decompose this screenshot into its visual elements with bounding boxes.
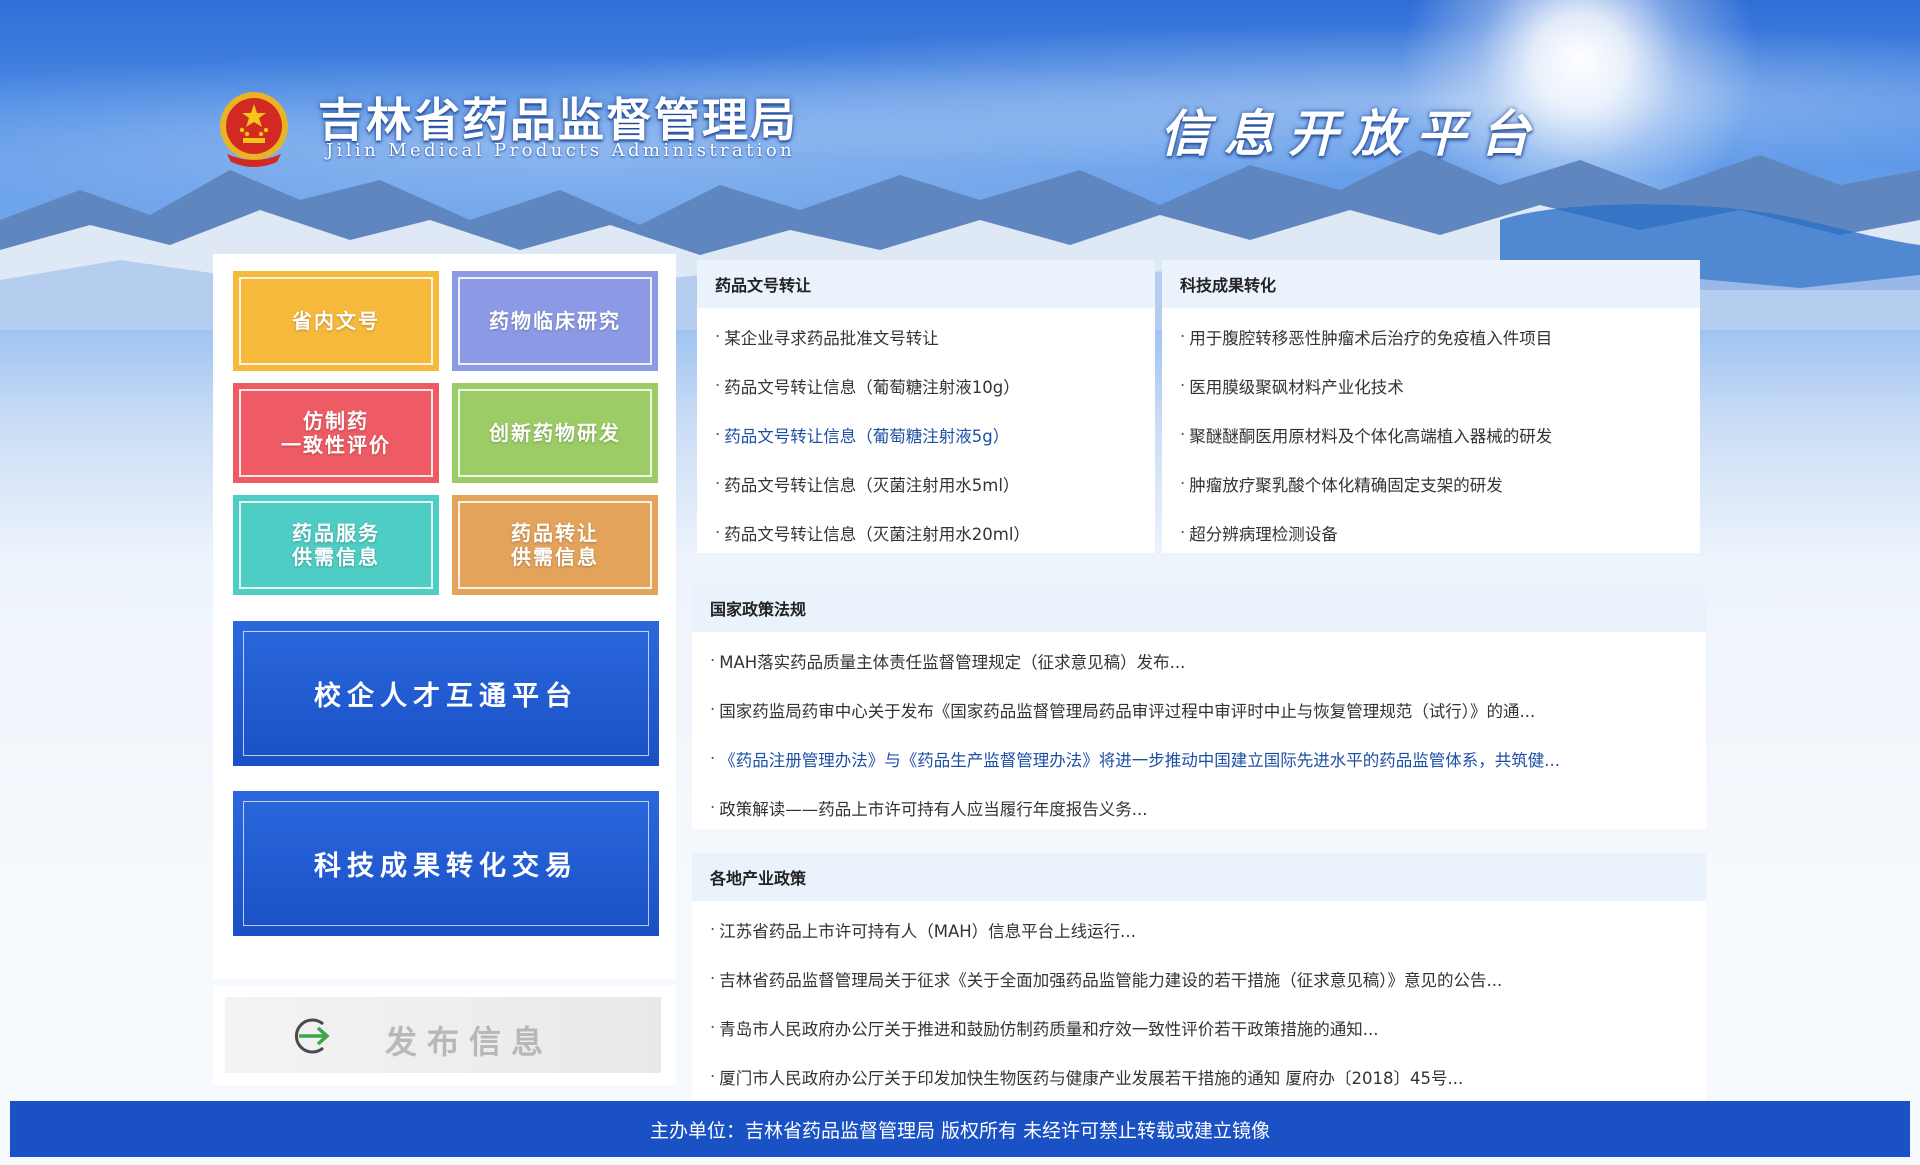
publish-box: 发布信息: [213, 985, 676, 1085]
list-item[interactable]: · 医用膜级聚砜材料产业化技术: [1162, 361, 1700, 410]
news-list: · MAH落实药品质量主体责任监督管理规定（征求意见稿）发布... · 国家药监局药…: [692, 632, 1706, 832]
button-label: 校企人才互通平台: [314, 681, 578, 712]
panel-header: 科技成果转化: [1162, 260, 1700, 308]
tech-transfer-trade-button[interactable]: 科技成果转化交易: [233, 791, 659, 936]
panel-header: 药品文号转让: [697, 260, 1155, 308]
publish-label: 发布信息: [385, 1023, 554, 1061]
bullet: ·: [715, 425, 721, 444]
left-nav-panel: 省内文号 药物临床研究 仿制药 一致性评价 创新药物研发 药品服务 供需信息 药…: [213, 254, 676, 979]
bullet: ·: [715, 474, 721, 493]
tile-label: 创新药物研发: [489, 421, 621, 445]
list-item[interactable]: · 吉林省药品监督管理局关于征求《关于全面加强药品监管能力建设的若干措施（征求意见…: [692, 954, 1706, 1003]
tile-provincial-approval[interactable]: 省内文号: [233, 271, 439, 371]
site-title-english: Jilin Medical Products Administration: [326, 140, 796, 161]
bullet: ·: [710, 920, 716, 939]
item-text: 某企业寻求药品批准文号转让: [724, 328, 939, 348]
list-item[interactable]: · 政策解读——药品上市许可持有人应当履行年度报告义务...: [692, 783, 1706, 832]
arrow-right-circle-icon: [294, 1018, 330, 1054]
list-item[interactable]: · 用于腹腔转移恶性肿瘤术后治疗的免疫植入件项目: [1162, 312, 1700, 361]
bullet: ·: [1180, 474, 1186, 493]
tile-transfer-supply-demand[interactable]: 药品转让 供需信息: [452, 495, 658, 595]
button-label: 科技成果转化交易: [314, 851, 578, 882]
item-text: 青岛市人民政府办公厅关于推进和鼓励仿制药质量和疗效一致性评价若干政策措施的通知.…: [719, 1019, 1379, 1039]
item-text: 用于腹腔转移恶性肿瘤术后治疗的免疫植入件项目: [1189, 328, 1553, 348]
bullet: ·: [710, 700, 716, 719]
list-item[interactable]: · 药品文号转让信息（灭菌注射用水5ml）: [697, 459, 1155, 508]
tile-label: 仿制药 一致性评价: [281, 409, 391, 457]
item-text: 政策解读——药品上市许可持有人应当履行年度报告义务...: [719, 799, 1148, 819]
list-item[interactable]: · 肿瘤放疗聚乳酸个体化精确固定支架的研发: [1162, 459, 1700, 508]
tile-label: 省内文号: [292, 309, 380, 333]
item-text: 药品文号转让信息（灭菌注射用水5ml）: [724, 475, 1020, 495]
tile-innovative-drug[interactable]: 创新药物研发: [452, 383, 658, 483]
list-item[interactable]: · 青岛市人民政府办公厅关于推进和鼓励仿制药质量和疗效一致性评价若干政策措施的通知…: [692, 1003, 1706, 1052]
panel-title[interactable]: 各地产业政策: [710, 865, 806, 889]
platform-slogan: 信息开放平台: [1160, 104, 1544, 163]
item-text: 江苏省药品上市许可持有人（MAH）信息平台上线运行...: [719, 921, 1136, 941]
panel-local-policy: 各地产业政策 · 江苏省药品上市许可持有人（MAH）信息平台上线运行... · 吉林…: [692, 853, 1706, 1101]
list-item[interactable]: · 国家药监局药审中心关于发布《国家药品监督管理局药品审评过程中审评时中止与恢复管…: [692, 685, 1706, 734]
item-text: 《药品注册管理办法》与《药品生产监督管理办法》将进一步推动中国建立国际先进水平的…: [719, 750, 1560, 770]
list-item[interactable]: · MAH落实药品质量主体责任监督管理规定（征求意见稿）发布...: [692, 636, 1706, 685]
publish-info-button[interactable]: 发布信息: [225, 997, 661, 1073]
bullet: ·: [1180, 425, 1186, 444]
panel-title[interactable]: 科技成果转化: [1180, 272, 1276, 296]
tile-label: 药品服务 供需信息: [292, 521, 380, 569]
bullet: ·: [715, 523, 721, 542]
item-text: 聚醚醚酮医用原材料及个体化高端植入器械的研发: [1189, 426, 1553, 446]
item-text: 超分辨病理检测设备: [1189, 524, 1338, 544]
talent-platform-button[interactable]: 校企人才互通平台: [233, 621, 659, 766]
bullet: ·: [715, 327, 721, 346]
panel-tech-transfer: 科技成果转化 · 用于腹腔转移恶性肿瘤术后治疗的免疫植入件项目 · 医用膜级聚砜材料…: [1162, 260, 1700, 553]
bullet: ·: [1180, 523, 1186, 542]
bullet: ·: [710, 969, 716, 988]
list-item[interactable]: · 厦门市人民政府办公厅关于印发加快生物医药与健康产业发展若干措施的通知 厦府办〔…: [692, 1052, 1706, 1101]
bullet: ·: [710, 1018, 716, 1037]
bullet: ·: [710, 651, 716, 670]
item-text: 国家药监局药审中心关于发布《国家药品监督管理局药品审评过程中审评时中止与恢复管理…: [719, 701, 1536, 721]
item-text: 厦门市人民政府办公厅关于印发加快生物医药与健康产业发展若干措施的通知 厦府办〔2…: [719, 1068, 1464, 1088]
item-text: 吉林省药品监督管理局关于征求《关于全面加强药品监管能力建设的若干措施（征求意见稿…: [719, 970, 1503, 990]
panel-approval-transfer: 药品文号转让 · 某企业寻求药品批准文号转让 · 药品文号转让信息（葡萄糖注射液10…: [697, 260, 1155, 553]
list-item[interactable]: · 《药品注册管理办法》与《药品生产监督管理办法》将进一步推动中国建立国际先进水平…: [692, 734, 1706, 783]
panel-header: 国家政策法规: [692, 584, 1706, 632]
list-item[interactable]: · 超分辨病理检测设备: [1162, 508, 1700, 557]
panel-title[interactable]: 药品文号转让: [715, 272, 811, 296]
tile-service-supply-demand[interactable]: 药品服务 供需信息: [233, 495, 439, 595]
tile-label: 药品转让 供需信息: [511, 521, 599, 569]
list-item[interactable]: · 某企业寻求药品批准文号转让: [697, 312, 1155, 361]
panel-title[interactable]: 国家政策法规: [710, 596, 806, 620]
item-text: 药品文号转让信息（灭菌注射用水20ml）: [724, 524, 1030, 544]
list-item[interactable]: · 聚醚醚酮医用原材料及个体化高端植入器械的研发: [1162, 410, 1700, 459]
national-emblem-icon: [220, 92, 288, 167]
list-item[interactable]: · 江苏省药品上市许可持有人（MAH）信息平台上线运行...: [692, 905, 1706, 954]
item-text: 医用膜级聚砜材料产业化技术: [1189, 377, 1404, 397]
item-text: 药品文号转让信息（葡萄糖注射液10g）: [724, 377, 1020, 397]
bullet: ·: [1180, 327, 1186, 346]
list-item[interactable]: · 药品文号转让信息（葡萄糖注射液10g）: [697, 361, 1155, 410]
bullet: ·: [715, 376, 721, 395]
list-item[interactable]: · 药品文号转让信息（灭菌注射用水20ml）: [697, 508, 1155, 557]
panel-header: 各地产业政策: [692, 853, 1706, 901]
bullet: ·: [710, 798, 716, 817]
news-list: · 江苏省药品上市许可持有人（MAH）信息平台上线运行... · 吉林省药品监督管理…: [692, 901, 1706, 1101]
list-item[interactable]: · 药品文号转让信息（葡萄糖注射液5g）: [697, 410, 1155, 459]
footer-bar: 主办单位：吉林省药品监督管理局 版权所有 未经许可禁止转载或建立镜像: [10, 1101, 1910, 1157]
bullet: ·: [1180, 376, 1186, 395]
bullet: ·: [710, 1067, 716, 1086]
news-list: · 某企业寻求药品批准文号转让 · 药品文号转让信息（葡萄糖注射液10g） · 药品文…: [697, 308, 1155, 557]
bullet: ·: [710, 749, 716, 768]
tile-label: 药物临床研究: [489, 309, 621, 333]
news-list: · 用于腹腔转移恶性肿瘤术后治疗的免疫植入件项目 · 医用膜级聚砜材料产业化技术 ·…: [1162, 308, 1700, 557]
footer-copyright: 主办单位：吉林省药品监督管理局 版权所有 未经许可禁止转载或建立镜像: [649, 1119, 1271, 1142]
item-text: 药品文号转让信息（葡萄糖注射液5g）: [724, 426, 1010, 446]
item-text: MAH落实药品质量主体责任监督管理规定（征求意见稿）发布...: [719, 652, 1186, 672]
tile-clinical-research[interactable]: 药物临床研究: [452, 271, 658, 371]
item-text: 肿瘤放疗聚乳酸个体化精确固定支架的研发: [1189, 475, 1503, 495]
tile-generic-consistency[interactable]: 仿制药 一致性评价: [233, 383, 439, 483]
panel-national-policy: 国家政策法规 · MAH落实药品质量主体责任监督管理规定（征求意见稿）发布... …: [692, 584, 1706, 829]
